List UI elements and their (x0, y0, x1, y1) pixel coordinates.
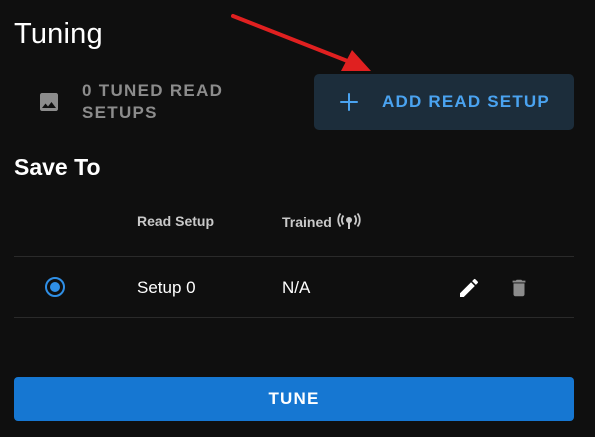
tuned-count-text: 0 TUNED READ SETUPS (82, 81, 224, 122)
plus-icon (340, 93, 358, 111)
add-read-setup-label: ADD READ SETUP (382, 92, 550, 111)
table-header: Read Setup Trained (14, 200, 574, 257)
table-row: Setup 0 N/A (14, 257, 574, 318)
column-header-trained-label: Trained (282, 214, 332, 230)
sensor-icon (337, 213, 361, 231)
tuning-panel: Tuning 0 TUNED READ SETUPS ADD READ SETU… (0, 0, 595, 437)
column-header-read-setup: Read Setup (137, 213, 215, 229)
read-setup-name: Setup 0 (137, 278, 196, 297)
trained-value: N/A (282, 278, 311, 297)
column-header-trained: Trained (282, 213, 361, 231)
page-title: Tuning (14, 18, 103, 50)
save-to-heading: Save To (14, 154, 101, 180)
tune-button[interactable]: TUNE (14, 377, 574, 421)
pencil-icon[interactable] (457, 276, 481, 300)
trash-icon[interactable] (508, 276, 530, 300)
read-setups-table: Read Setup Trained Setup 0 N/A (14, 200, 574, 318)
select-radio[interactable] (45, 277, 65, 297)
tuned-status: 0 TUNED READ SETUPS (36, 80, 242, 124)
image-icon (36, 89, 62, 115)
add-read-setup-button[interactable]: ADD READ SETUP (314, 74, 574, 130)
